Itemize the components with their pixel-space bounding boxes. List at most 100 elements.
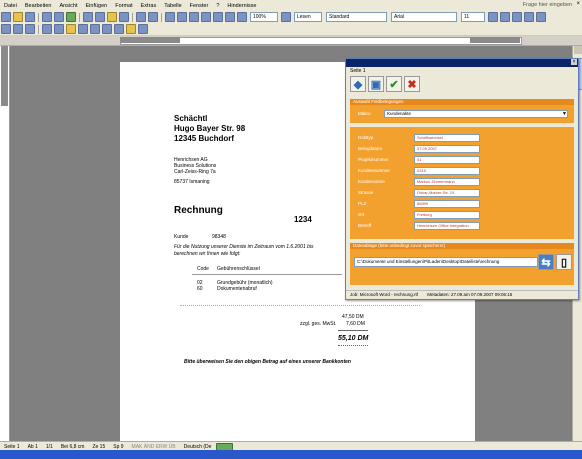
field-label-street: Strasse (358, 190, 374, 195)
status-flags: MAK ÄND ERW ÜB (131, 443, 176, 450)
menu-fenster[interactable]: Fenster (186, 3, 213, 9)
field-value-subject[interactable]: Henrichsen Office Integration (414, 222, 480, 230)
copy-icon[interactable] (95, 12, 105, 22)
addin-mail-icon[interactable] (42, 24, 52, 34)
divider (38, 24, 39, 34)
menu-bearbeiten[interactable]: Bearbeiten (21, 3, 56, 9)
menu-tabelle[interactable]: Tabelle (160, 3, 185, 9)
help-search[interactable]: Frage hier eingeben (523, 2, 572, 8)
style-select[interactable]: Standard (326, 12, 387, 22)
panel-titlebar[interactable]: × (346, 59, 578, 67)
field-label-date: Belegdatum (358, 146, 383, 151)
addin-folder-icon[interactable] (66, 24, 76, 34)
field-value-customer-number[interactable]: 0315 (414, 167, 480, 175)
field-value-city[interactable]: Freiburg (414, 211, 480, 219)
status-pages: 1/1 (45, 443, 53, 450)
panel-index-icon[interactable]: ◆ (350, 76, 366, 92)
field-value-zip[interactable]: 86899 (414, 200, 480, 208)
panel-ok-icon[interactable]: ✔ (386, 76, 402, 92)
menu-help[interactable]: ? (212, 3, 223, 9)
chevron-down-icon[interactable]: ▼ (562, 111, 567, 117)
bold-icon[interactable] (488, 12, 498, 22)
vertical-ruler[interactable] (0, 46, 10, 441)
table-icon[interactable] (177, 12, 187, 22)
addin-form-icon[interactable] (90, 24, 100, 34)
field-value-street[interactable]: Oskar-Marker-Str. 24 (414, 189, 480, 197)
align-left-icon[interactable] (524, 12, 534, 22)
status-line: Ze 15 (92, 443, 106, 450)
addin-view-icon[interactable] (102, 24, 112, 34)
reading-layout-button[interactable]: Lesen (294, 12, 322, 22)
paste-icon[interactable] (107, 12, 117, 22)
recipient-line-4: 85737 Ismaning (174, 179, 210, 185)
panel-cancel-icon[interactable]: ✖ (404, 76, 420, 92)
field-value-customer-name[interactable]: Markus Zimmermann (414, 178, 480, 186)
recipient-line-3: Carl-Zeiss-Ring 7a (174, 169, 216, 175)
show-formatting-icon[interactable] (237, 12, 247, 22)
new-icon[interactable] (1, 12, 11, 22)
panel-close-icon[interactable]: × (571, 59, 577, 65)
addin-index-icon[interactable] (13, 24, 23, 34)
status-section: Ab 1 (27, 443, 38, 450)
menu-extras[interactable]: Extras (137, 3, 161, 9)
browse-folder-icon[interactable]: ⇆ (538, 254, 554, 270)
status-column: Sp 9 (113, 443, 124, 450)
addin-archive-icon[interactable] (1, 24, 11, 34)
table-header-code: Code (197, 266, 209, 272)
scroll-up-icon[interactable] (574, 46, 582, 54)
save-icon[interactable] (25, 12, 35, 22)
format-painter-icon[interactable] (119, 12, 129, 22)
horizontal-ruler[interactable] (0, 36, 582, 46)
sender-city: 12345 Buchdorf (174, 134, 235, 143)
hyperlink-icon[interactable] (165, 12, 175, 22)
vat-amount: 7,60 DM (346, 321, 365, 327)
font-select[interactable]: Arial (391, 12, 457, 22)
undo-icon[interactable] (136, 12, 146, 22)
field-label-customer-number: Kundennummer (358, 168, 391, 173)
menu-einfuegen[interactable]: Einfügen (82, 3, 112, 9)
drawing-icon[interactable] (213, 12, 223, 22)
customer-label: Kunde (174, 234, 189, 240)
document-map-icon[interactable] (225, 12, 235, 22)
row2-desc: Dokumentenabruf (217, 286, 257, 292)
addin-check-icon[interactable] (114, 24, 124, 34)
columns-icon[interactable] (201, 12, 211, 22)
print-icon[interactable] (42, 12, 52, 22)
ruler-strip (120, 37, 522, 45)
menu-hindernisse[interactable]: Hindernisse (223, 3, 260, 9)
help-icon[interactable] (281, 12, 291, 22)
cut-icon[interactable] (83, 12, 93, 22)
menu-format[interactable]: Format (111, 3, 136, 9)
indexing-panel: × Seite 1 ◆ ▣ ✔ ✖ Auswahl Feldbelegungen… (345, 58, 579, 300)
open-icon[interactable] (13, 12, 23, 22)
underline-icon[interactable] (512, 12, 522, 22)
field-value-doctype[interactable]: Schriftwechsel (414, 134, 480, 142)
menu-datei[interactable]: Datei (0, 3, 21, 9)
ruler-top-margin (1, 46, 8, 106)
redo-icon[interactable] (148, 12, 158, 22)
excel-icon[interactable] (189, 12, 199, 22)
path-input[interactable]: C:\Dokumente und Einstellungen\PitLaden\… (354, 257, 538, 267)
addin-settings-icon[interactable] (138, 24, 148, 34)
open-document-icon[interactable]: ▯ (556, 254, 572, 270)
menu-ansicht[interactable]: Ansicht (55, 3, 81, 9)
sender-name: Schächtl (174, 114, 208, 123)
panel-save-icon[interactable]: ▣ (368, 76, 384, 92)
addin-star-icon[interactable] (126, 24, 136, 34)
close-icon[interactable]: × (576, 1, 580, 7)
addin-search-icon[interactable] (25, 24, 35, 34)
field-value-date[interactable]: 07.09.2007 (414, 145, 480, 153)
intro-line-1: Für die Nutzung unserer Dienste im Zeitr… (174, 244, 314, 250)
field-label-zip: PLZ (358, 201, 367, 206)
zoom-select[interactable]: 100% (250, 12, 278, 22)
addin-link-icon[interactable] (54, 24, 64, 34)
spellcheck-icon[interactable] (66, 12, 76, 22)
addin-edit-icon[interactable] (78, 24, 88, 34)
preview-icon[interactable] (54, 12, 64, 22)
path-section: Dateiablage (bitte unbedingt zuvor speic… (350, 243, 574, 285)
macro-select[interactable]: Kundenakte (384, 110, 568, 118)
font-size-select[interactable]: 11 (461, 12, 485, 22)
italic-icon[interactable] (500, 12, 510, 22)
align-center-icon[interactable] (536, 12, 546, 22)
field-value-project[interactable]: 01 (414, 156, 480, 164)
